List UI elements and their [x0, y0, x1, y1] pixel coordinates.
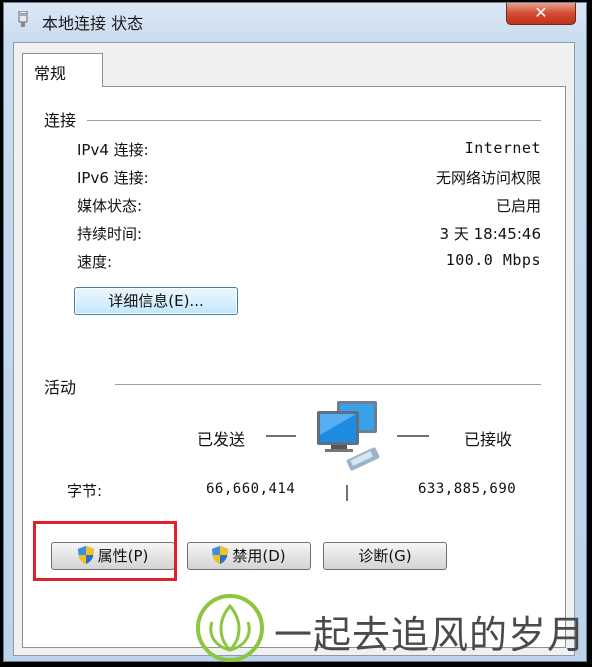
ipv4-label: IPv4 连接: [77, 141, 149, 159]
close-icon: ✕ [534, 3, 548, 22]
bytes-label: 字节: [67, 482, 103, 500]
received-line [397, 435, 429, 437]
bytes-received-value: 633,885,690 [418, 481, 517, 497]
window-title: 本地连接 状态 [42, 14, 144, 33]
connection-divider [87, 120, 541, 121]
watermark-text: 一起去追风的岁月 [274, 613, 587, 657]
diagnose-button[interactable]: 诊断(G) [323, 542, 447, 570]
row-ipv4: IPv4 连接: Internet [77, 139, 541, 163]
ipv6-value: 无网络访问权限 [435, 169, 541, 187]
leaf-logo-icon [196, 594, 264, 662]
duration-label: 持续时间: [77, 225, 143, 243]
row-media-state: 媒体状态: 已启用 [77, 195, 541, 219]
received-label: 已接收 [464, 430, 513, 449]
media-state-value: 已启用 [495, 197, 541, 215]
duration-value: 3 天 18:45:46 [439, 225, 541, 243]
speed-value: 100.0 Mbps [445, 251, 541, 269]
row-duration: 持续时间: 3 天 18:45:46 [77, 223, 541, 247]
bytes-divider [346, 485, 348, 501]
title-bar[interactable]: 本地连接 状态 ✕ [4, 3, 586, 37]
ipv6-label: IPv6 连接: [77, 169, 149, 187]
highlight-box [33, 521, 177, 581]
activity-divider [115, 384, 541, 385]
row-speed: 速度: 100.0 Mbps [77, 251, 541, 275]
sent-line [266, 435, 296, 437]
details-button[interactable]: 详细信息(E)... [74, 287, 238, 315]
activity-section-label: 活动 [44, 378, 77, 397]
speed-label: 速度: [77, 253, 113, 271]
network-adapter-icon [18, 11, 28, 27]
tab-general-label: 常规 [34, 64, 67, 83]
sent-label: 已发送 [197, 430, 246, 449]
disable-button[interactable]: 禁用(D) [187, 542, 311, 570]
ipv4-value: Internet [464, 139, 541, 157]
row-ipv6: IPv6 连接: 无网络访问权限 [77, 167, 541, 191]
close-button[interactable]: ✕ [506, 3, 576, 25]
tab-general[interactable]: 常规 [22, 53, 103, 87]
uac-shield-icon [212, 546, 229, 564]
watermark: 一起去追风的岁月 [188, 590, 592, 667]
connection-section-label: 连接 [44, 111, 77, 130]
disable-button-label: 禁用(D) [232, 547, 286, 565]
bytes-sent-value: 66,660,414 [206, 481, 296, 497]
media-state-label: 媒体状态: [77, 197, 143, 215]
network-computers-icon [317, 401, 380, 471]
